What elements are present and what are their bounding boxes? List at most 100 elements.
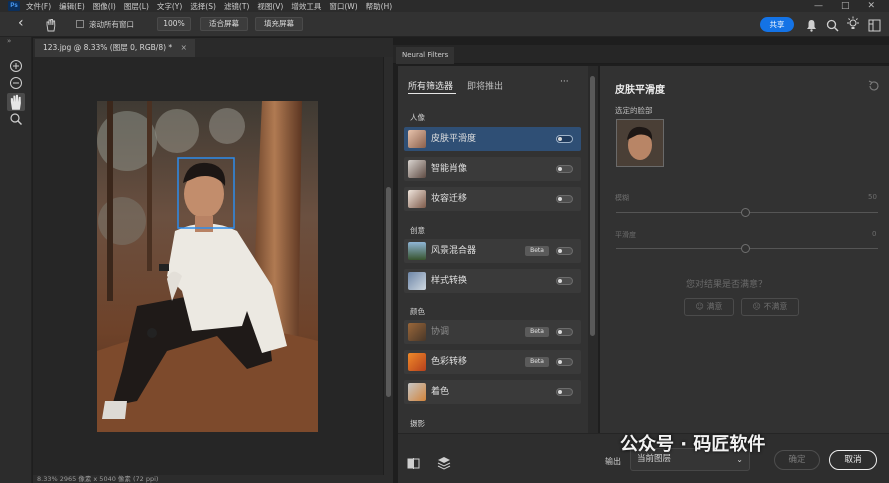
scroll-all-checkbox[interactable] xyxy=(76,20,84,28)
document-tab-title: 123.jpg @ 8.33% (图层 0, RGB/8) * xyxy=(43,43,173,52)
filter-landscape-mixer[interactable]: 风景混合器 Beta xyxy=(404,239,581,263)
filter-label: 着色 xyxy=(431,387,450,397)
preview-compare-icon[interactable] xyxy=(407,455,420,474)
menu-edit[interactable]: 编辑(E) xyxy=(59,1,85,12)
colorize-thumbnail xyxy=(408,383,426,401)
menu-help[interactable]: 帮助(H) xyxy=(366,1,393,12)
selected-face-label: 选定的脸部 xyxy=(615,106,653,115)
color-transfer-thumbnail xyxy=(408,353,426,371)
filter-list-scrollbar[interactable] xyxy=(588,66,598,433)
document-tab-close-icon[interactable]: × xyxy=(181,43,187,52)
filter-toggle[interactable] xyxy=(556,358,573,366)
filter-smart-portrait[interactable]: 智能肖像 xyxy=(404,157,581,181)
close-button[interactable]: ✕ xyxy=(867,1,875,11)
scroll-all-label: 滚动所有窗口 xyxy=(89,20,134,29)
filter-harmonization[interactable]: 协调 Beta xyxy=(404,320,581,344)
landscape-mixer-thumbnail xyxy=(408,242,426,260)
beta-badge: Beta xyxy=(525,246,549,256)
makeup-transfer-thumbnail xyxy=(408,190,426,208)
watermark: 公众号 · 码匠软件 xyxy=(620,434,766,455)
section-creative: 创意 xyxy=(410,226,425,235)
share-button[interactable]: 共享 xyxy=(760,17,794,32)
section-color: 颜色 xyxy=(410,307,425,316)
smoothness-value: 0 xyxy=(872,230,877,238)
hand-tool-icon[interactable] xyxy=(7,93,25,111)
filter-label: 妆容迁移 xyxy=(431,194,468,204)
collapse-icon[interactable]: » xyxy=(7,37,11,45)
detail-title: 皮肤平滑度 xyxy=(615,85,665,96)
maximize-button[interactable]: □ xyxy=(841,1,850,11)
filter-toggle[interactable] xyxy=(556,135,573,143)
menu-view[interactable]: 视图(V) xyxy=(257,1,283,12)
tools-panel: » xyxy=(0,37,32,483)
zoom-100-button[interactable]: 100% xyxy=(157,17,191,31)
filter-color-transfer[interactable]: 色彩转移 Beta xyxy=(404,350,581,374)
menu-window[interactable]: 窗口(W) xyxy=(329,1,357,12)
smile-icon: ☺ xyxy=(695,302,704,311)
filter-label: 智能肖像 xyxy=(431,164,468,174)
back-icon[interactable]: ‹ xyxy=(18,15,24,31)
harmonization-thumbnail xyxy=(408,323,426,341)
section-portrait: 人像 xyxy=(410,113,425,122)
cancel-button[interactable]: 取消 xyxy=(829,450,877,470)
search-icon[interactable] xyxy=(826,17,839,36)
scrollbar-thumb[interactable] xyxy=(590,76,595,336)
filter-colorize[interactable]: 着色 xyxy=(404,380,581,404)
filter-label: 协调 xyxy=(431,327,450,337)
satisfied-button[interactable]: ☺ 满意 xyxy=(684,298,734,316)
tab-coming-soon[interactable]: 即将推出 xyxy=(467,79,503,92)
blur-slider-knob[interactable] xyxy=(741,208,750,217)
smoothness-slider-knob[interactable] xyxy=(741,244,750,253)
filter-style-transfer[interactable]: 样式转换 xyxy=(404,269,581,293)
hand-icon[interactable] xyxy=(44,17,58,36)
unsatisfied-button[interactable]: ☹ 不满意 xyxy=(741,298,799,316)
zoom-out-icon[interactable] xyxy=(9,76,23,90)
layers-icon[interactable] xyxy=(437,455,451,474)
fit-screen-button[interactable]: 适合屏幕 xyxy=(200,17,248,31)
bell-icon[interactable] xyxy=(806,17,817,36)
workspace-icon[interactable] xyxy=(868,17,881,36)
filter-makeup-transfer[interactable]: 妆容迁移 xyxy=(404,187,581,211)
photoshop-logo: Ps xyxy=(8,1,20,11)
selected-face-thumbnail[interactable] xyxy=(616,119,664,167)
filter-toggle[interactable] xyxy=(556,165,573,173)
menu-image[interactable]: 图像(I) xyxy=(93,1,116,12)
fill-screen-button[interactable]: 填充屏幕 xyxy=(255,17,303,31)
minimize-button[interactable]: — xyxy=(814,1,823,11)
blur-value: 50 xyxy=(868,193,877,201)
filter-label: 风景混合器 xyxy=(431,246,477,256)
menu-type[interactable]: 文字(Y) xyxy=(157,1,182,12)
document-tab-bar: 123.jpg @ 8.33% (图层 0, RGB/8) * × xyxy=(33,38,393,57)
menu-filter[interactable]: 滤镜(T) xyxy=(224,1,249,12)
filter-label: 皮肤平滑度 xyxy=(431,134,477,144)
filter-label: 色彩转移 xyxy=(431,357,468,367)
zoom-tool-icon[interactable] xyxy=(9,112,23,126)
filter-toggle[interactable] xyxy=(556,247,573,255)
filter-toggle[interactable] xyxy=(556,328,573,336)
menu-select[interactable]: 选择(S) xyxy=(190,1,216,12)
zoom-in-icon[interactable] xyxy=(9,59,23,73)
filter-skin-smoothing[interactable]: 皮肤平滑度 xyxy=(404,127,581,151)
document-tab[interactable]: 123.jpg @ 8.33% (图层 0, RGB/8) * × xyxy=(35,39,195,57)
skin-smoothing-thumbnail xyxy=(408,130,426,148)
satisfied-label: 满意 xyxy=(706,302,723,311)
output-label: 输出 xyxy=(605,457,621,466)
beta-badge: Beta xyxy=(525,327,549,337)
ok-button[interactable]: 确定 xyxy=(774,450,820,470)
menu-layer[interactable]: 图层(L) xyxy=(124,1,149,12)
tab-all-filters[interactable]: 所有筛选器 xyxy=(408,79,453,92)
filter-label: 样式转换 xyxy=(431,276,468,286)
options-bar: ‹ 滚动所有窗口 100% 适合屏幕 填充屏幕 共享 xyxy=(0,12,889,37)
filter-toggle[interactable] xyxy=(556,388,573,396)
menu-file[interactable]: 文件(F) xyxy=(26,1,51,12)
menu-plugins[interactable]: 增效工具 xyxy=(291,1,321,12)
reset-icon[interactable] xyxy=(868,80,880,95)
neural-filters-tab-bar: Neural Filters xyxy=(393,45,889,64)
lightbulb-icon[interactable] xyxy=(846,16,860,35)
scrollbar-thumb[interactable] xyxy=(386,187,391,397)
filter-toggle[interactable] xyxy=(556,277,573,285)
filter-toggle[interactable] xyxy=(556,195,573,203)
canvas-vertical-scrollbar[interactable] xyxy=(384,57,393,475)
style-transfer-thumbnail xyxy=(408,272,426,290)
more-options-icon[interactable]: ··· xyxy=(560,77,569,87)
